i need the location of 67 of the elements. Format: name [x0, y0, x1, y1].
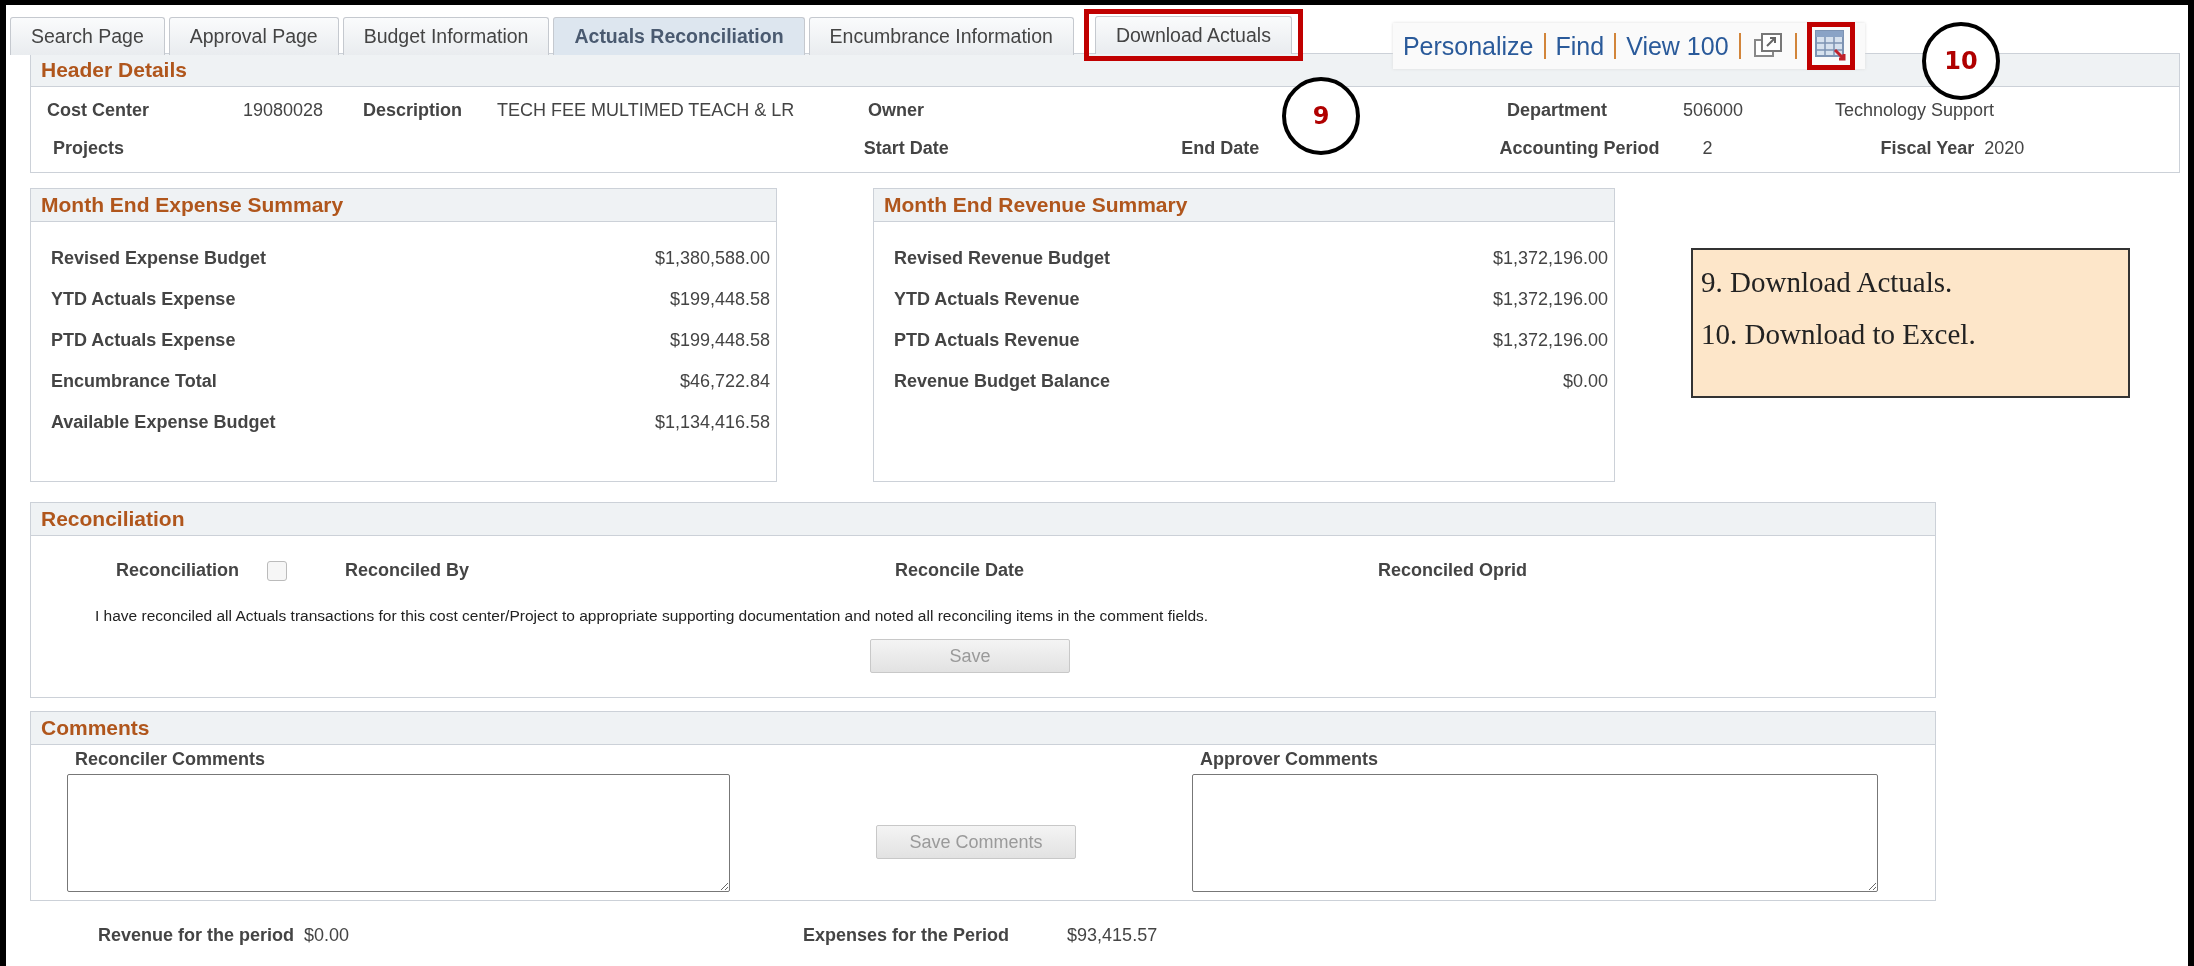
field-value: $93,415.57 — [1067, 925, 1158, 946]
field-value: 2 — [1702, 137, 1713, 159]
field-label: Reconciled Oprid — [1378, 560, 1528, 581]
summary-label: Revised Revenue Budget — [894, 248, 1111, 269]
summary-value: $199,448.58 — [669, 289, 770, 310]
toolbar-link[interactable]: Find — [1555, 31, 1605, 61]
field-label: Reconciler Comments — [75, 749, 267, 770]
summary-label: Available Expense Budget — [51, 412, 276, 433]
summary-value: $1,380,588.00 — [654, 248, 770, 269]
spreadsheet-icon[interactable] — [1813, 29, 1848, 63]
checkbox-label: Reconciliation — [116, 560, 240, 581]
field-label: Cost Center — [47, 99, 150, 121]
toolbar-link[interactable]: Personalize — [1402, 31, 1534, 61]
summary-label: PTD Actuals Revenue — [894, 330, 1080, 351]
tab[interactable]: Budget Information — [342, 17, 550, 55]
section-title: Header Details — [41, 58, 187, 82]
summary-value: $199,448.58 — [669, 330, 770, 351]
statement-text: I have reconciled all Actuals transactions for this cost center/Project to appropriate supporting documentation and noted all reconciling items in the comment fields. — [94, 607, 1210, 625]
tab[interactable]: Encumbrance Information — [808, 17, 1074, 55]
field-value: Technology Support — [1835, 99, 1995, 121]
section-title: Month End Revenue Summary — [884, 193, 1188, 217]
field-label: Fiscal Year — [1880, 137, 1975, 159]
field-label: Approver Comments — [1200, 749, 1380, 770]
checkbox[interactable] — [267, 560, 288, 581]
summary-value: $0.00 — [1562, 371, 1608, 392]
section-title: Comments — [41, 716, 150, 740]
tab[interactable]: Download Actuals — [1094, 16, 1292, 54]
callout-marker: 9 — [1282, 77, 1360, 155]
field-label: Department — [1507, 99, 1609, 121]
field-label: Reconciled By — [345, 560, 470, 581]
section-title: Reconciliation — [41, 507, 185, 531]
field-label: Revenue for the period — [98, 925, 295, 946]
summary-label: Encumbrance Total — [51, 371, 217, 392]
field-label: Description — [363, 99, 464, 121]
field-label: Accounting Period — [1499, 137, 1661, 159]
note-text: 9. Download Actuals. — [1701, 265, 1954, 300]
summary-value: $1,372,196.00 — [1492, 289, 1608, 310]
field-label: Owner — [868, 99, 924, 121]
field-label: Expenses for the Period — [803, 925, 1010, 946]
tab[interactable]: Approval Page — [168, 17, 339, 55]
field-label: Projects — [53, 137, 125, 159]
comment-field[interactable] — [1192, 774, 1878, 892]
note-text: 10. Download to Excel. — [1701, 317, 1977, 352]
toolbar-link[interactable]: View 100 — [1626, 31, 1729, 61]
tab[interactable]: Actuals Reconciliation — [553, 17, 805, 55]
summary-label: PTD Actuals Expense — [51, 330, 236, 351]
summary-value: $46,722.84 — [679, 371, 770, 392]
field-label: Reconcile Date — [895, 560, 1025, 581]
summary-value: $1,372,196.00 — [1492, 330, 1608, 351]
new-window-icon[interactable] — [1752, 32, 1783, 60]
comment-field[interactable] — [67, 774, 730, 892]
tab[interactable]: Search Page — [10, 17, 165, 55]
field-value: 19080028 — [243, 99, 324, 121]
summary-label: Revenue Budget Balance — [894, 371, 1111, 392]
field-value: 506000 — [1683, 99, 1744, 121]
field-value: 2020 — [1984, 137, 2025, 159]
summary-label: YTD Actuals Expense — [51, 289, 236, 310]
field-label: End Date — [1181, 137, 1260, 159]
section-title: Month End Expense Summary — [41, 193, 344, 217]
summary-value: $1,134,416.58 — [654, 412, 770, 433]
callout-marker: 10 — [1922, 22, 2000, 100]
summary-label: YTD Actuals Revenue — [894, 289, 1080, 310]
field-value: $0.00 — [304, 925, 350, 946]
field-label: Start Date — [863, 137, 949, 159]
field-value: TECH FEE MULTIMED TEACH & LR — [497, 99, 795, 121]
summary-label: Revised Expense Budget — [51, 248, 267, 269]
summary-value: $1,372,196.00 — [1492, 248, 1608, 269]
